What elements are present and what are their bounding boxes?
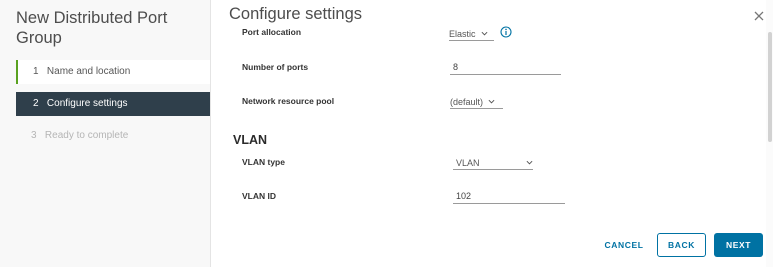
info-icon[interactable] xyxy=(500,26,512,38)
next-button[interactable]: NEXT xyxy=(714,233,763,257)
back-button[interactable]: BACK xyxy=(657,233,706,257)
chevron-down-icon xyxy=(526,160,533,165)
step-number: 3 xyxy=(31,130,37,141)
step-configure-settings[interactable]: 2 Configure settings xyxy=(16,92,210,116)
step-number: 2 xyxy=(33,98,39,109)
step-label: Configure settings xyxy=(46,98,128,109)
port-allocation-value: Elastic xyxy=(449,28,476,39)
close-icon[interactable] xyxy=(752,9,766,23)
cancel-button[interactable]: CANCEL xyxy=(598,233,650,257)
number-of-ports-label: Number of ports xyxy=(242,62,309,72)
network-resource-pool-value: (default) xyxy=(450,96,484,107)
port-allocation-select[interactable]: Elastic xyxy=(449,27,494,41)
number-of-ports-input[interactable] xyxy=(450,60,561,75)
vlan-id-label: VLAN ID xyxy=(242,191,276,201)
vlan-section-heading: VLAN xyxy=(233,133,268,147)
step-name-and-location[interactable]: 1 Name and location xyxy=(16,60,210,84)
chevron-down-icon xyxy=(481,31,487,36)
wizard-title: New Distributed Port Group xyxy=(16,9,168,47)
vlan-type-label: VLAN type xyxy=(242,157,285,167)
port-allocation-label: Port allocation xyxy=(242,27,302,37)
network-resource-pool-label: Network resource pool xyxy=(242,96,335,106)
vlan-type-select[interactable]: VLAN xyxy=(453,156,533,170)
step-label: Name and location xyxy=(46,66,131,77)
vlan-id-input[interactable] xyxy=(453,189,565,204)
step-ready-to-complete: 3 Ready to complete xyxy=(16,124,210,148)
vlan-type-value: VLAN xyxy=(456,157,480,168)
page-title: Configure settings xyxy=(229,5,362,23)
scrollbar-thumb[interactable] xyxy=(768,32,772,142)
network-resource-pool-select[interactable]: (default) xyxy=(450,95,503,109)
step-label: Ready to complete xyxy=(44,130,129,141)
wizard-sidebar: New Distributed Port Group 1 Name and lo… xyxy=(0,0,211,267)
chevron-down-icon xyxy=(488,99,495,104)
step-number: 1 xyxy=(33,66,39,77)
